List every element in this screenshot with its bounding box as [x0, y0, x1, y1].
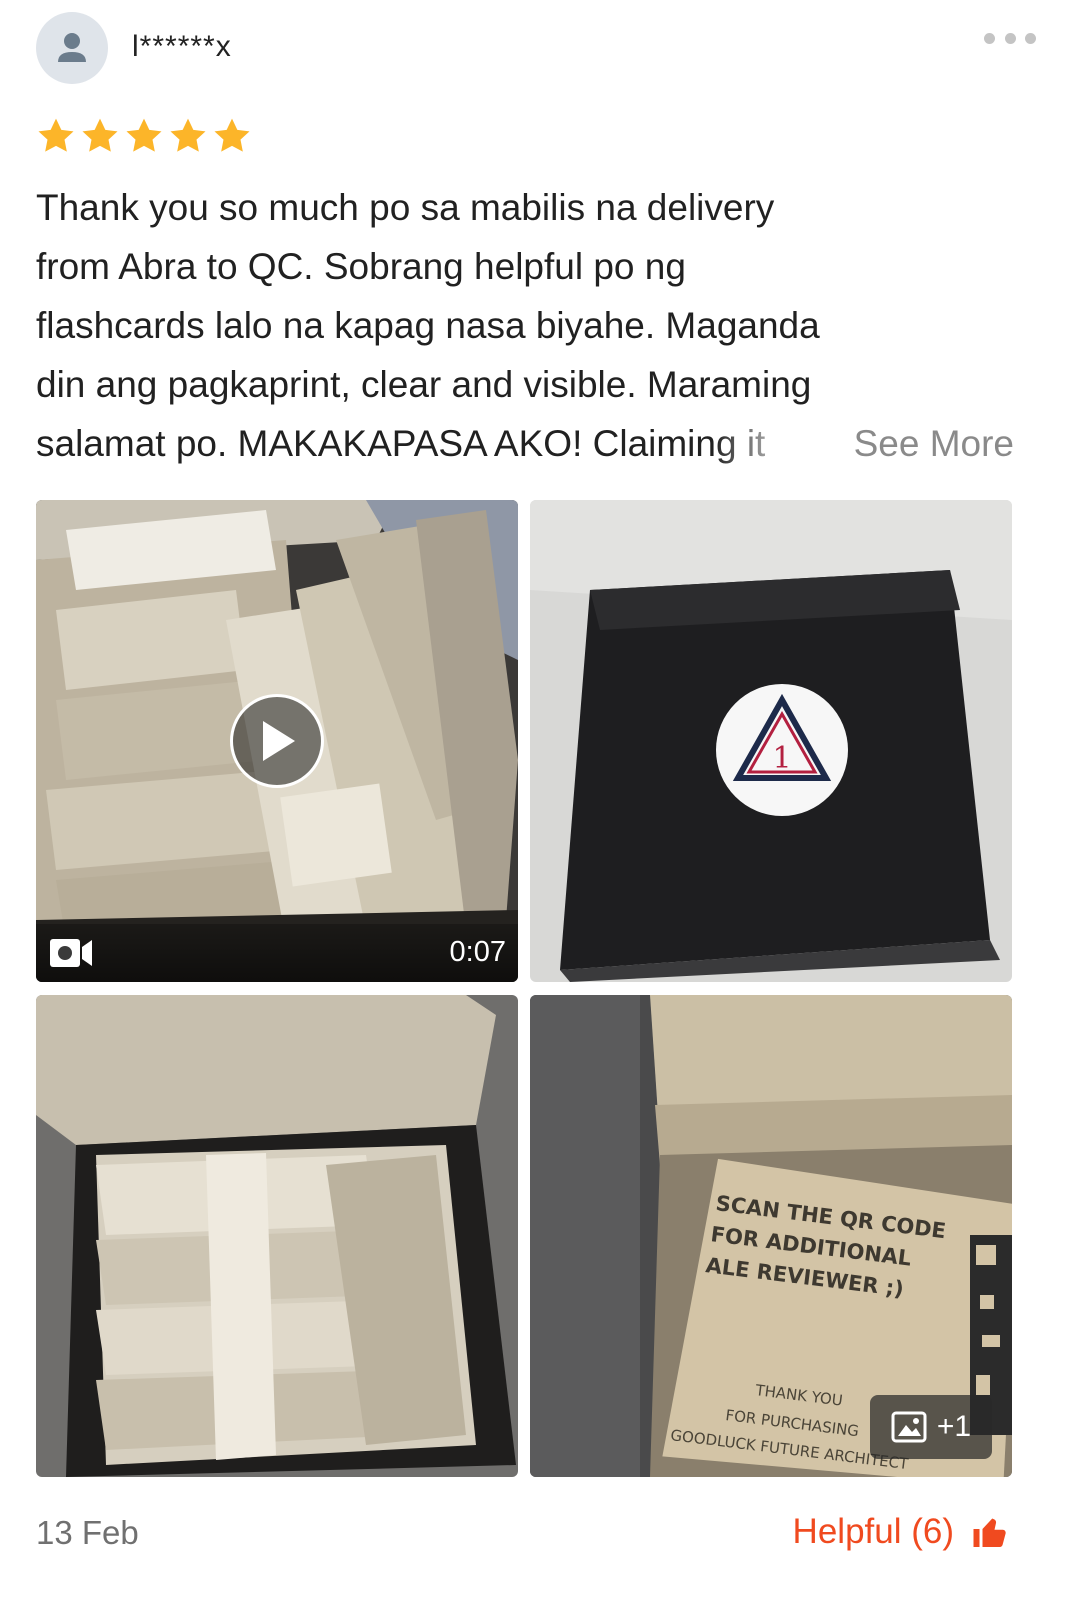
review-line: flashcards lalo na kapag nasa biyahe. Ma… [36, 305, 820, 346]
review-last-line: salamat po. MAKAKAPASA AKO! Claiming it … [36, 414, 1036, 473]
review-line: din ang pagkaprint, clear and visible. M… [36, 364, 812, 405]
video-camera-icon [50, 939, 92, 967]
more-photos-button[interactable]: +1 [870, 1395, 992, 1459]
reviewer-name: l******x [132, 30, 232, 63]
dot-icon [984, 32, 995, 44]
review-line: from Abra to QC. Sobrang helpful po ng [36, 246, 686, 287]
review-text: Thank you so much po sa mabilis na deliv… [36, 178, 1036, 473]
dot-icon [1004, 32, 1016, 44]
review-header: l******x [36, 12, 1036, 86]
play-icon [263, 721, 295, 761]
photo-open-box-thumbnail [36, 995, 518, 1477]
user-silhouette-icon [58, 33, 86, 62]
star-icon [38, 118, 74, 152]
star-icon [170, 118, 206, 152]
avatar[interactable] [36, 12, 108, 84]
review-line: Thank you so much po sa mabilis na deliv… [36, 187, 775, 228]
more-photos-count: +1 [936, 1410, 972, 1443]
helpful-button[interactable]: Helpful (6) [793, 1512, 1008, 1552]
thumbs-up-icon [973, 1518, 1006, 1547]
review-date: 13 Feb [36, 1514, 139, 1551]
photo-box-thumbnail: 1 [530, 500, 1012, 982]
image-icon [891, 1411, 927, 1443]
star-rating [36, 116, 252, 156]
star-icon [126, 118, 162, 152]
review-photo[interactable]: 1 [530, 500, 1012, 982]
sticker-number: 1 [772, 741, 791, 776]
see-more-link[interactable]: See More [854, 414, 1014, 473]
star-icon [214, 118, 250, 152]
helpful-label: Helpful (6) [792, 1512, 954, 1551]
play-button[interactable] [230, 694, 324, 788]
more-options-button[interactable] [984, 28, 1036, 48]
review-line: salamat po. MAKAKAPASA AKO! Claiming it [36, 423, 766, 464]
review-photo[interactable] [36, 995, 518, 1477]
video-duration: 0:07 [449, 936, 506, 968]
dot-icon [1025, 32, 1036, 44]
star-icon [82, 118, 118, 152]
video-info-bar: 0:07 [36, 924, 518, 982]
review-photo[interactable]: SCAN THE QR CODE FOR ADDITIONAL ALE REVI… [530, 995, 1012, 1477]
review-video[interactable]: 0:07 [36, 500, 518, 982]
